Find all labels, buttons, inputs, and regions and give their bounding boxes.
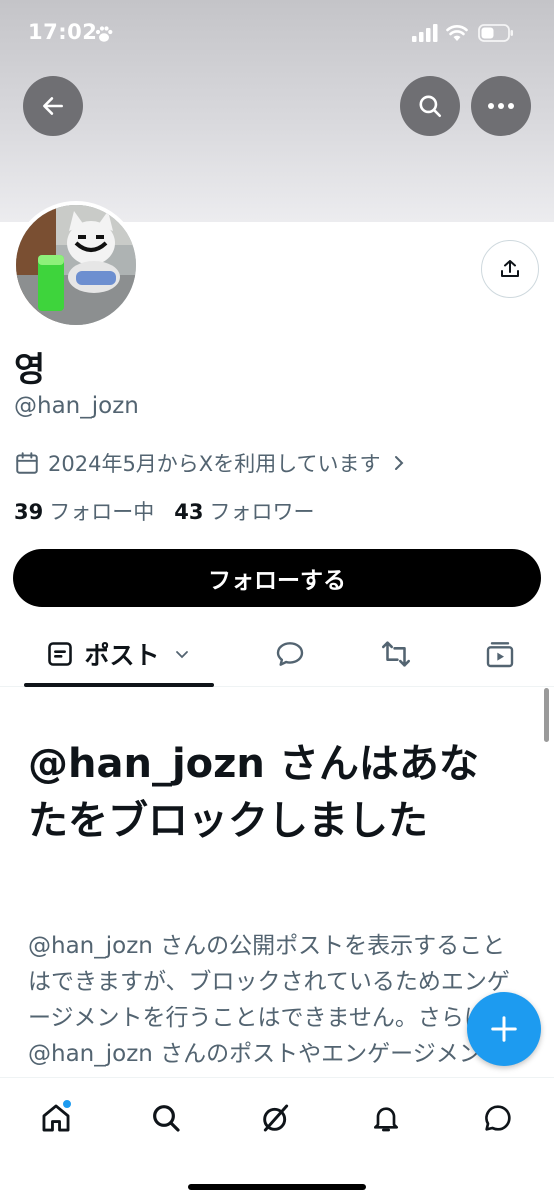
plus-icon bbox=[491, 1016, 517, 1042]
bell-icon bbox=[374, 1107, 398, 1132]
tab-posts[interactable]: ポスト bbox=[24, 622, 214, 687]
joined-text: 2024年5月からXを利用しています bbox=[48, 452, 381, 476]
avatar[interactable] bbox=[12, 201, 140, 329]
avatar-image bbox=[16, 205, 136, 325]
followers-link[interactable]: 43 フォロワー bbox=[174, 496, 314, 526]
handle: @han_jozn bbox=[14, 393, 139, 419]
following-count: 39 bbox=[14, 500, 44, 524]
blocked-body: @han_jozn さんの公開ポストを表示することはできますが、ブロックされてい… bbox=[28, 933, 528, 1078]
messages-icon bbox=[485, 1105, 511, 1131]
followers-count: 43 bbox=[174, 500, 204, 524]
tab-posts-label: ポスト bbox=[84, 641, 160, 670]
nav-notifications[interactable] bbox=[364, 1096, 408, 1140]
share-button[interactable] bbox=[481, 240, 539, 298]
nav-search[interactable] bbox=[144, 1096, 188, 1140]
search-icon bbox=[419, 95, 442, 118]
following-link[interactable]: 39 フォロー中 bbox=[14, 496, 154, 526]
more-button[interactable] bbox=[471, 76, 531, 136]
media-icon bbox=[486, 642, 514, 668]
chevron-right-icon bbox=[394, 456, 403, 470]
follow-counts: 39 フォロー中 43 フォロワー bbox=[14, 496, 314, 526]
joined-date[interactable]: 2024年5月からXを利用しています bbox=[14, 448, 409, 478]
notification-dot bbox=[62, 1099, 72, 1109]
battery-icon bbox=[478, 24, 513, 42]
chevron-down-icon bbox=[175, 651, 188, 659]
nav-home[interactable] bbox=[34, 1096, 78, 1140]
followers-label: フォロワー bbox=[209, 500, 315, 524]
signal-icon bbox=[412, 24, 438, 42]
tab-media[interactable] bbox=[476, 622, 524, 686]
home-indicator bbox=[188, 1184, 366, 1190]
profile-tabs: ポスト bbox=[0, 622, 554, 687]
bottom-nav bbox=[0, 1077, 554, 1200]
display-name: 영 bbox=[14, 350, 46, 390]
tab-reposts[interactable] bbox=[372, 622, 420, 686]
repost-icon bbox=[381, 641, 411, 667]
blocked-title: @han_jozn さんはあなたをブロックしました bbox=[28, 741, 479, 844]
wifi-icon bbox=[446, 25, 468, 41]
nav-grok[interactable] bbox=[254, 1096, 298, 1140]
calendar-icon bbox=[16, 452, 38, 474]
paw-icon bbox=[95, 26, 113, 42]
status-bar: 17:02 bbox=[0, 0, 554, 66]
back-arrow-icon bbox=[43, 97, 63, 115]
status-time: 17:02 bbox=[28, 20, 98, 44]
nav-messages[interactable] bbox=[476, 1096, 520, 1140]
posts-icon bbox=[48, 642, 73, 666]
search-icon bbox=[153, 1105, 180, 1132]
active-tab-indicator bbox=[24, 683, 214, 687]
grok-icon bbox=[263, 1104, 289, 1132]
scrollbar[interactable] bbox=[544, 688, 549, 742]
compose-button[interactable] bbox=[467, 992, 541, 1066]
tab-replies[interactable] bbox=[266, 622, 314, 686]
follow-button[interactable]: フォローする bbox=[13, 549, 541, 607]
share-icon bbox=[501, 260, 519, 277]
more-icon bbox=[488, 103, 514, 109]
search-button[interactable] bbox=[400, 76, 460, 136]
following-label: フォロー中 bbox=[49, 500, 155, 524]
back-button[interactable] bbox=[23, 76, 83, 136]
reply-icon bbox=[276, 642, 304, 666]
